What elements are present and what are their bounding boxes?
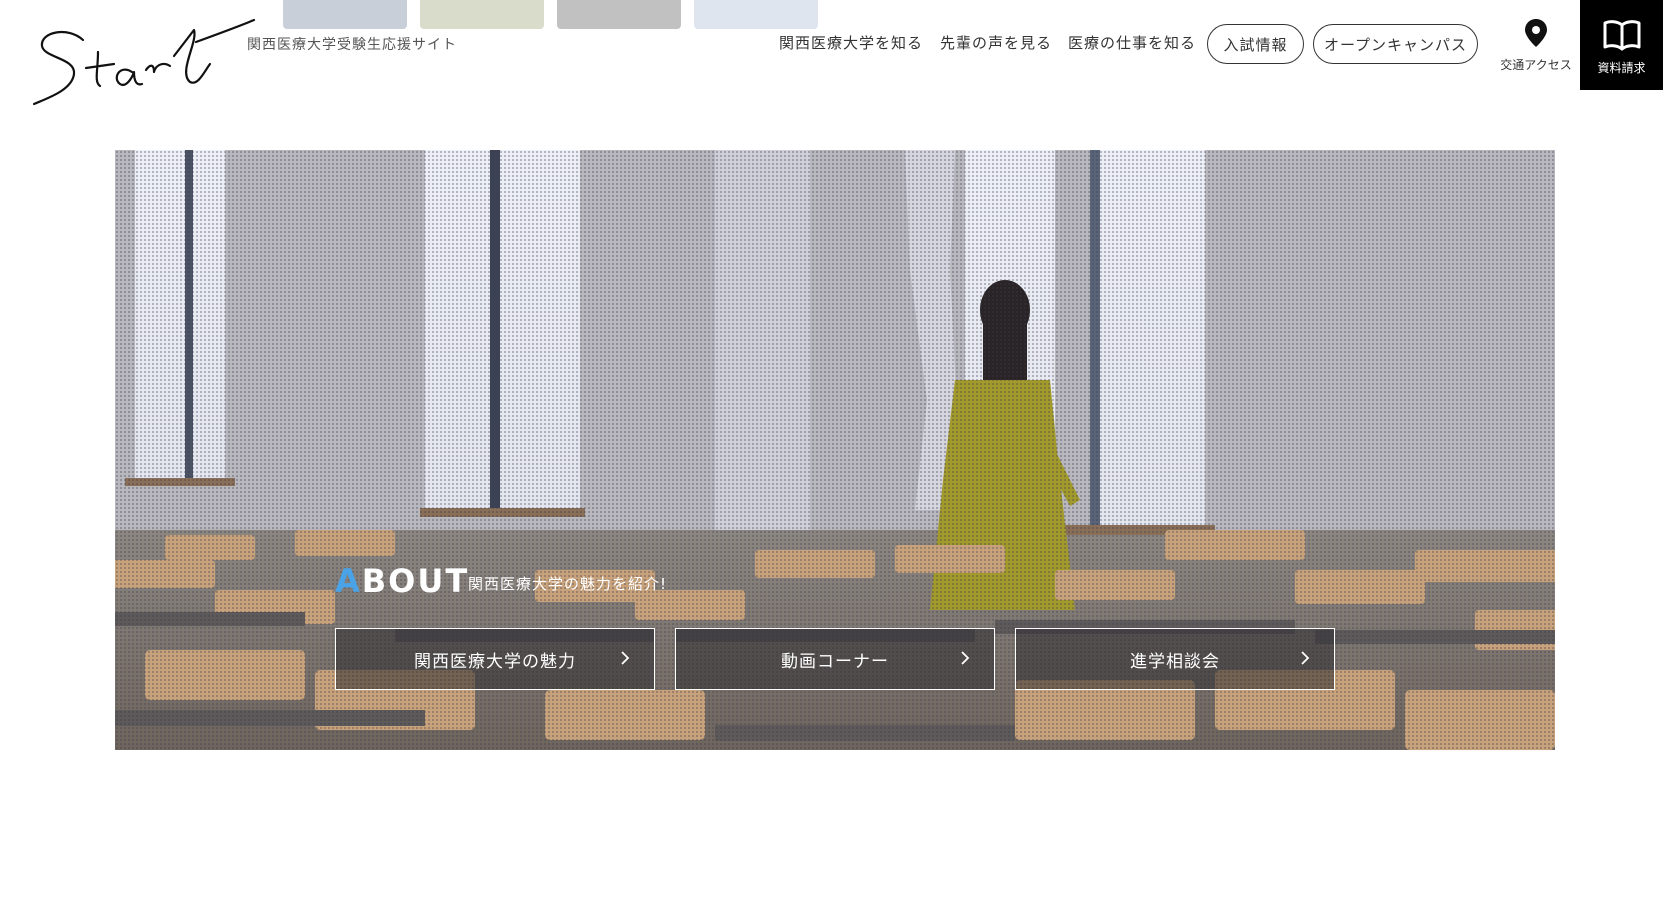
open-book-icon: [1603, 20, 1640, 51]
nav-senior-voices[interactable]: 先輩の声を見る: [940, 32, 1052, 53]
ghost-banner-1: [283, 0, 407, 29]
ghost-banner-3: [557, 0, 681, 29]
chevron-right-icon: [1301, 651, 1310, 665]
map-pin-icon: [1525, 19, 1547, 47]
consultation-button-label: 進学相談会: [1130, 651, 1220, 672]
logo-start-signature: [32, 18, 256, 106]
admissions-button[interactable]: 入試情報: [1207, 24, 1304, 64]
chevron-right-icon: [621, 651, 630, 665]
brochure-request-button[interactable]: 資料請求: [1580, 0, 1663, 90]
nav-medical-jobs[interactable]: 医療の仕事を知る: [1068, 32, 1196, 53]
access-link[interactable]: 交通アクセス: [1494, 18, 1578, 80]
about-heading: ABOUT: [335, 562, 469, 600]
nav-about-university[interactable]: 関西医療大学を知る: [779, 32, 923, 53]
brochure-label: 資料請求: [1597, 61, 1646, 75]
appeal-button-label: 関西医療大学の魅力: [414, 651, 576, 672]
site-logo[interactable]: [28, 12, 258, 112]
hero-banner: ABOUT 関西医療大学の魅力を紹介! 関西医療大学の魅力 動画コーナー 進学相…: [115, 150, 1555, 750]
access-label: 交通アクセス: [1500, 58, 1572, 72]
open-campus-button[interactable]: オープンキャンパス: [1313, 24, 1478, 64]
about-heading-rest: BOUT: [361, 562, 470, 600]
ghost-banner-4: [694, 0, 818, 29]
video-corner-button[interactable]: 動画コーナー: [675, 628, 995, 690]
chevron-right-icon: [961, 651, 970, 665]
ghost-banner-2: [420, 0, 544, 29]
video-corner-button-label: 動画コーナー: [781, 651, 889, 672]
appeal-button[interactable]: 関西医療大学の魅力: [335, 628, 655, 690]
site-tagline: 関西医療大学受験生応援サイト: [247, 37, 457, 53]
about-heading-initial: A: [335, 562, 362, 600]
consultation-button[interactable]: 進学相談会: [1015, 628, 1335, 690]
about-subheading: 関西医療大学の魅力を紹介!: [468, 575, 668, 593]
